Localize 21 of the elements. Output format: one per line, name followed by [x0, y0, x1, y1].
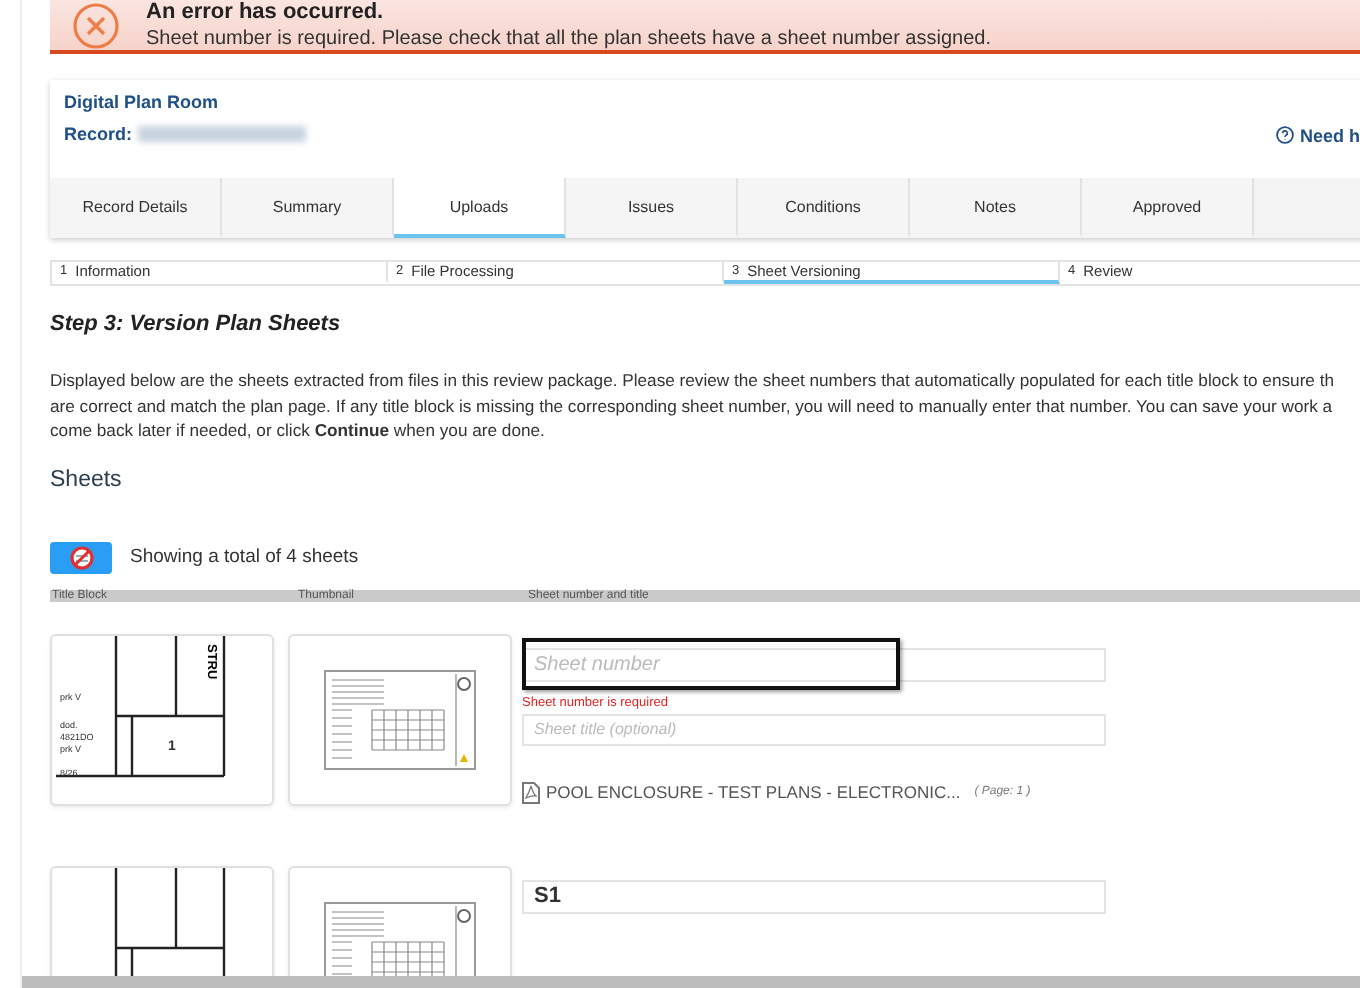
- no-sign-icon: [69, 545, 93, 569]
- sheet-title-field[interactable]: Sheet title (optional): [522, 713, 1106, 745]
- toggle-button[interactable]: [50, 541, 112, 573]
- intro-text: are correct and match the plan page. If any title block is missing the corresponding sheet number, you will need to manually enter that number. You can save your work a: [50, 393, 1335, 418]
- sheet-count: Showing a total of 4 sheets: [130, 546, 359, 568]
- intro-text: come back later if needed, or click Continue when you are done.: [50, 418, 547, 443]
- help-link[interactable]: Need h: [1275, 92, 1360, 178]
- page-title: Digital Plan Room: [64, 92, 221, 112]
- sheet-number-field[interactable]: Sheet number: [522, 647, 1106, 681]
- intro-text: Displayed below are the sheets extracted from files in this review package. Please review the sheet numbers that automatically populated for each title block to ensure th: [50, 368, 1337, 393]
- error-message: Sheet number is required. Please check that all the plan sheets have a sheet number assigned.: [146, 28, 991, 50]
- error-x-icon: [72, 1, 120, 49]
- pdf-file-icon: [522, 781, 540, 803]
- record-label: Record:: [64, 124, 133, 144]
- help-icon: [1275, 126, 1294, 144]
- sheet-number-field[interactable]: S1: [522, 879, 1106, 913]
- error-title: An error has occurred.: [146, 0, 386, 24]
- tab[interactable]: Uploads: [394, 178, 566, 238]
- file-name: POOL ENCLOSURE - TEST PLANS - ELECTRONIC...: [546, 782, 961, 802]
- section-heading: Sheets: [50, 467, 124, 491]
- step-heading: Step 3: Version Plan Sheets: [50, 312, 343, 336]
